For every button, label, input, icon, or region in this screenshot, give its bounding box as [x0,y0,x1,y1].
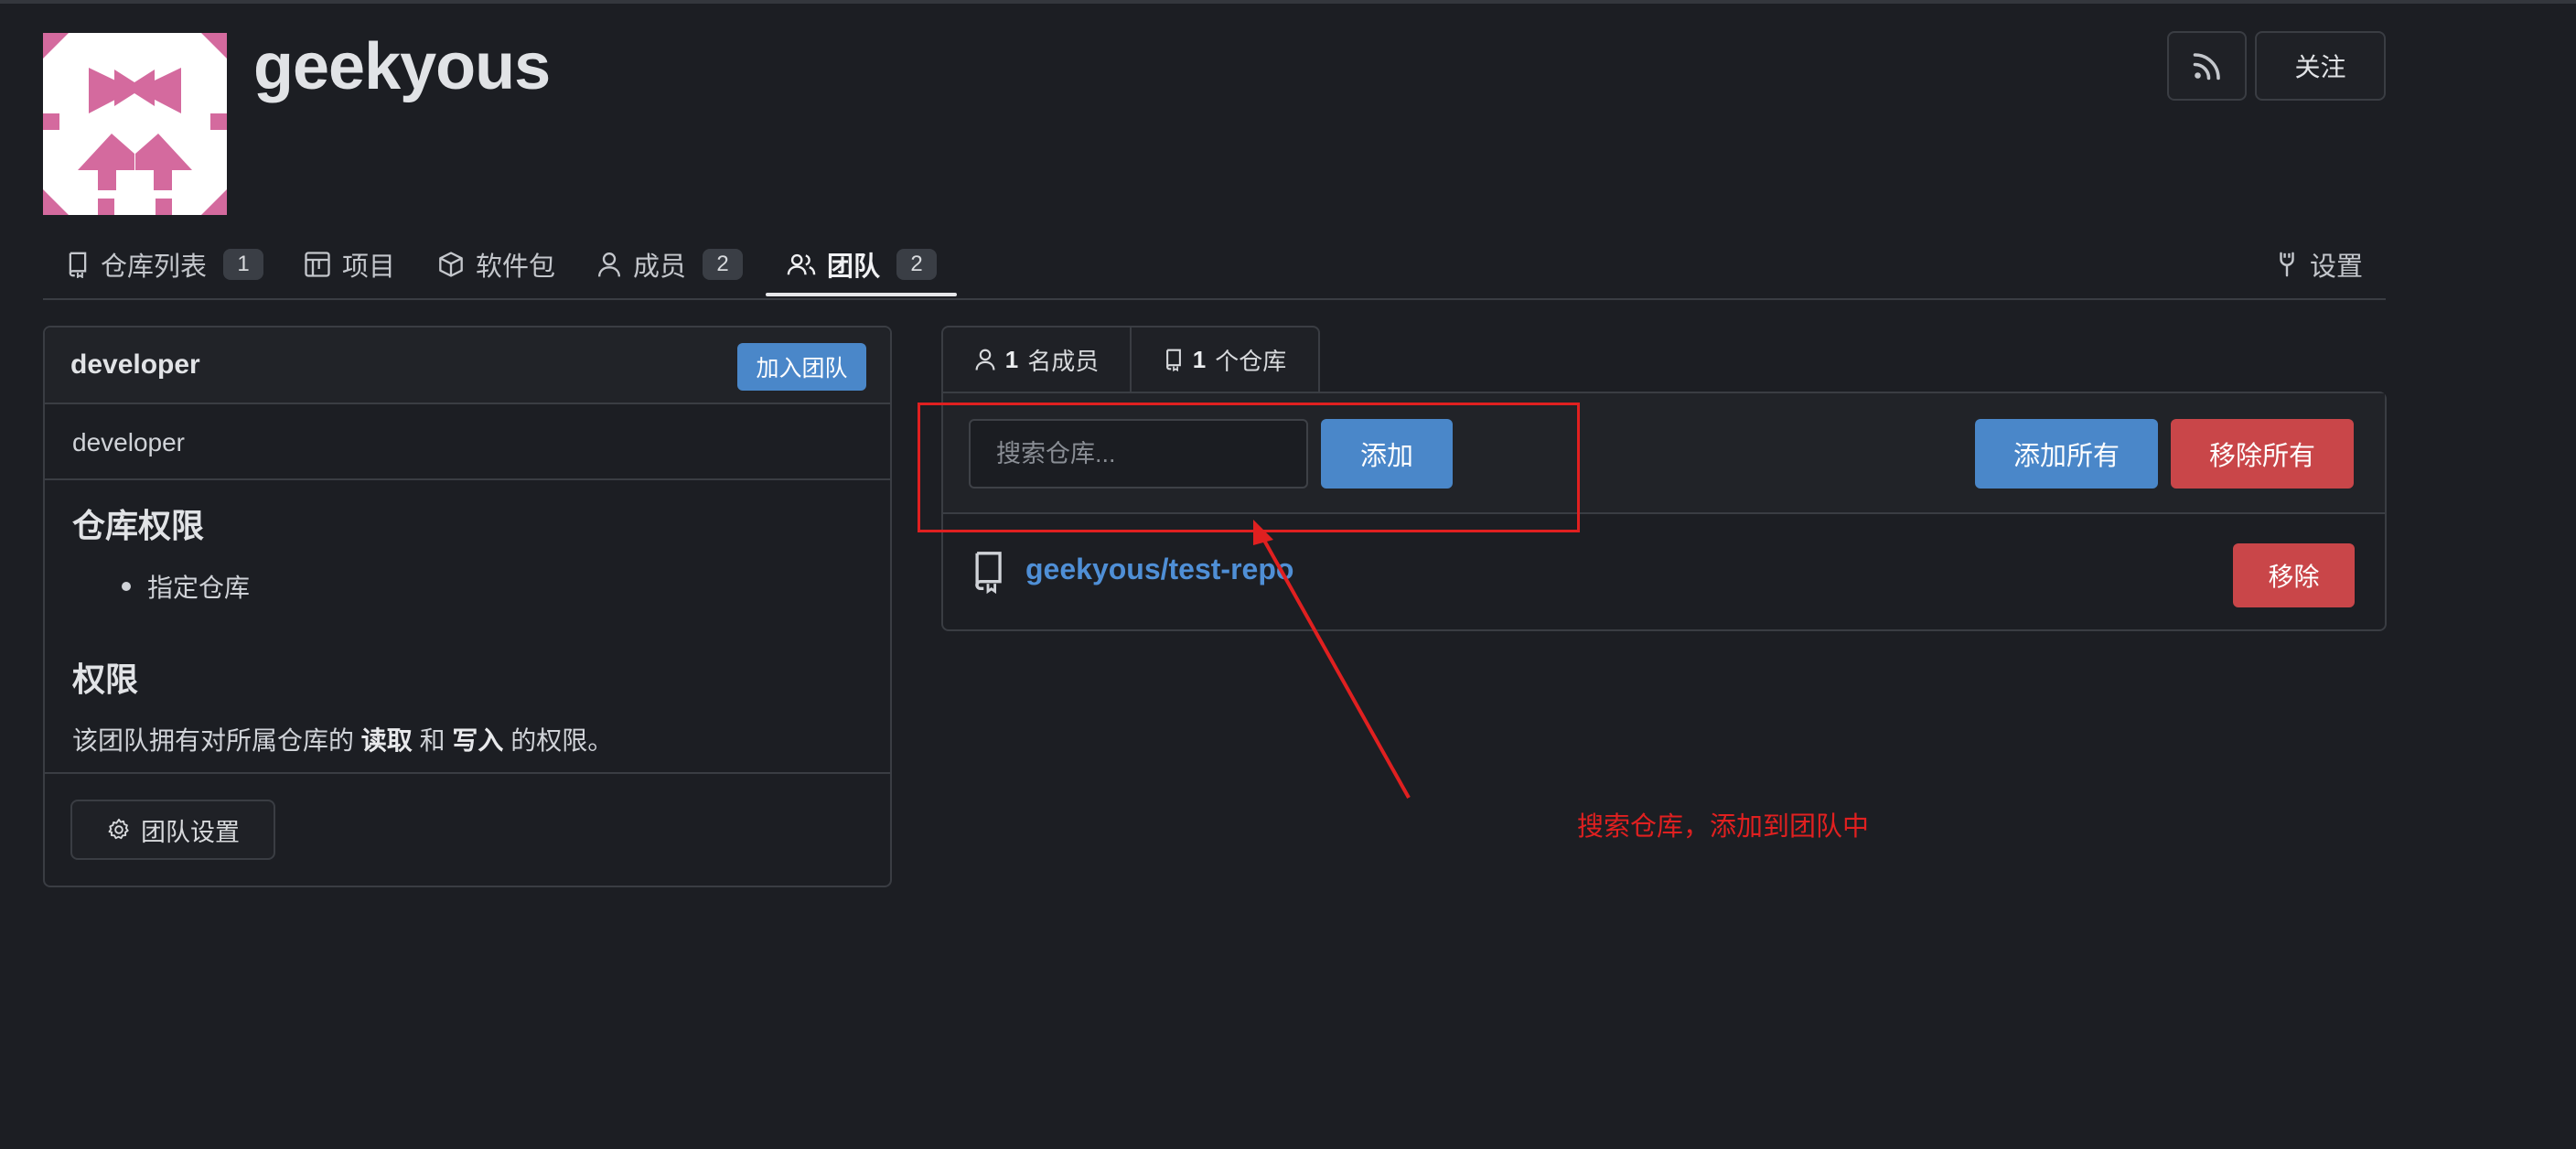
divider [45,478,890,480]
team-name: developer [70,349,200,380]
permission-text: 该团队拥有对所属仓库的 读取 和 写入 的权限。 [72,721,613,757]
package-icon [439,252,463,277]
tab-teams-count: 2 [896,249,938,280]
person-icon [598,252,620,277]
team-card: developer 加入团队 developer 仓库权限 指定仓库 权限 该团… [43,326,892,887]
subtab-members-label: 名成员 [1027,347,1100,375]
tab-projects-label: 项目 [342,252,396,282]
repo-access-item: 指定仓库 [122,568,250,605]
team-card-header: developer 加入团队 [45,328,890,404]
identicon-image [43,33,227,215]
subtab-repositories[interactable]: 1 个仓库 [1130,328,1318,392]
org-avatar[interactable] [43,33,227,215]
repo-icon [69,252,87,278]
top-border [0,0,2576,4]
rss-button[interactable] [2167,31,2247,101]
repo-icon [1165,349,1181,371]
repo-list-item: geekyous/test-repo 移除 [943,516,2385,629]
permission-read: 读取 [360,726,413,755]
person-icon [975,349,995,370]
tab-members-label: 成员 [633,252,687,282]
tab-teams-label: 团队 [827,252,881,282]
subtab-members[interactable]: 1 名成员 [943,328,1130,392]
gear-icon [108,818,129,840]
rss-icon [2193,53,2220,81]
tab-packages[interactable]: 软件包 [437,229,555,300]
follow-button[interactable]: 关注 [2255,31,2386,101]
permission-text-post: 的权限。 [510,726,614,755]
permission-and: 和 [419,726,445,755]
tab-members-count: 2 [703,249,744,280]
bullet-dot [122,582,131,591]
team-settings-button[interactable]: 团队设置 [70,800,275,860]
divider [45,772,890,774]
tab-repositories-count: 1 [223,249,264,280]
org-name: geekyous [253,30,551,103]
tab-settings[interactable]: 设置 [2275,229,2363,300]
tab-packages-label: 软件包 [476,252,556,282]
team-description: developer [72,428,185,456]
tool-icon [2280,252,2294,277]
tab-members[interactable]: 成员 2 [596,229,744,300]
permission-heading: 权限 [72,660,139,698]
repo-icon [975,552,1002,595]
repo-access-item-label: 指定仓库 [147,574,251,602]
tab-settings-label: 设置 [2310,252,2364,282]
subtab-repositories-label: 个仓库 [1215,347,1287,375]
project-icon [305,252,330,277]
remove-repo-button[interactable]: 移除 [2233,543,2355,607]
tab-repositories-label: 仓库列表 [101,252,208,282]
add-all-button[interactable]: 添加所有 [1975,419,2158,489]
tab-projects[interactable]: 项目 [304,229,395,300]
permission-write: 写入 [452,726,504,755]
join-team-button[interactable]: 加入团队 [737,343,866,391]
permission-text-pre: 该团队拥有对所属仓库的 [72,726,355,755]
annotation-arrow [1253,520,1411,799]
org-tabs: 仓库列表 1 项目 软件包 成员 2 团队 2 设置 [43,229,2386,300]
repo-access-heading: 仓库权限 [72,507,205,544]
team-subtabs: 1 名成员 1 个仓库 [941,326,1320,392]
active-tab-indicator [766,293,957,296]
tab-repositories[interactable]: 仓库列表 1 [66,229,264,300]
subtab-members-count: 1 [1004,345,1019,373]
annotation-text: 搜索仓库，添加到团队中 [1577,812,1870,842]
remove-all-button[interactable]: 移除所有 [2171,419,2354,489]
subtab-repositories-count: 1 [1192,345,1207,373]
people-icon [787,253,816,275]
team-settings-label: 团队设置 [141,818,240,846]
tab-teams[interactable]: 团队 2 [787,229,938,300]
